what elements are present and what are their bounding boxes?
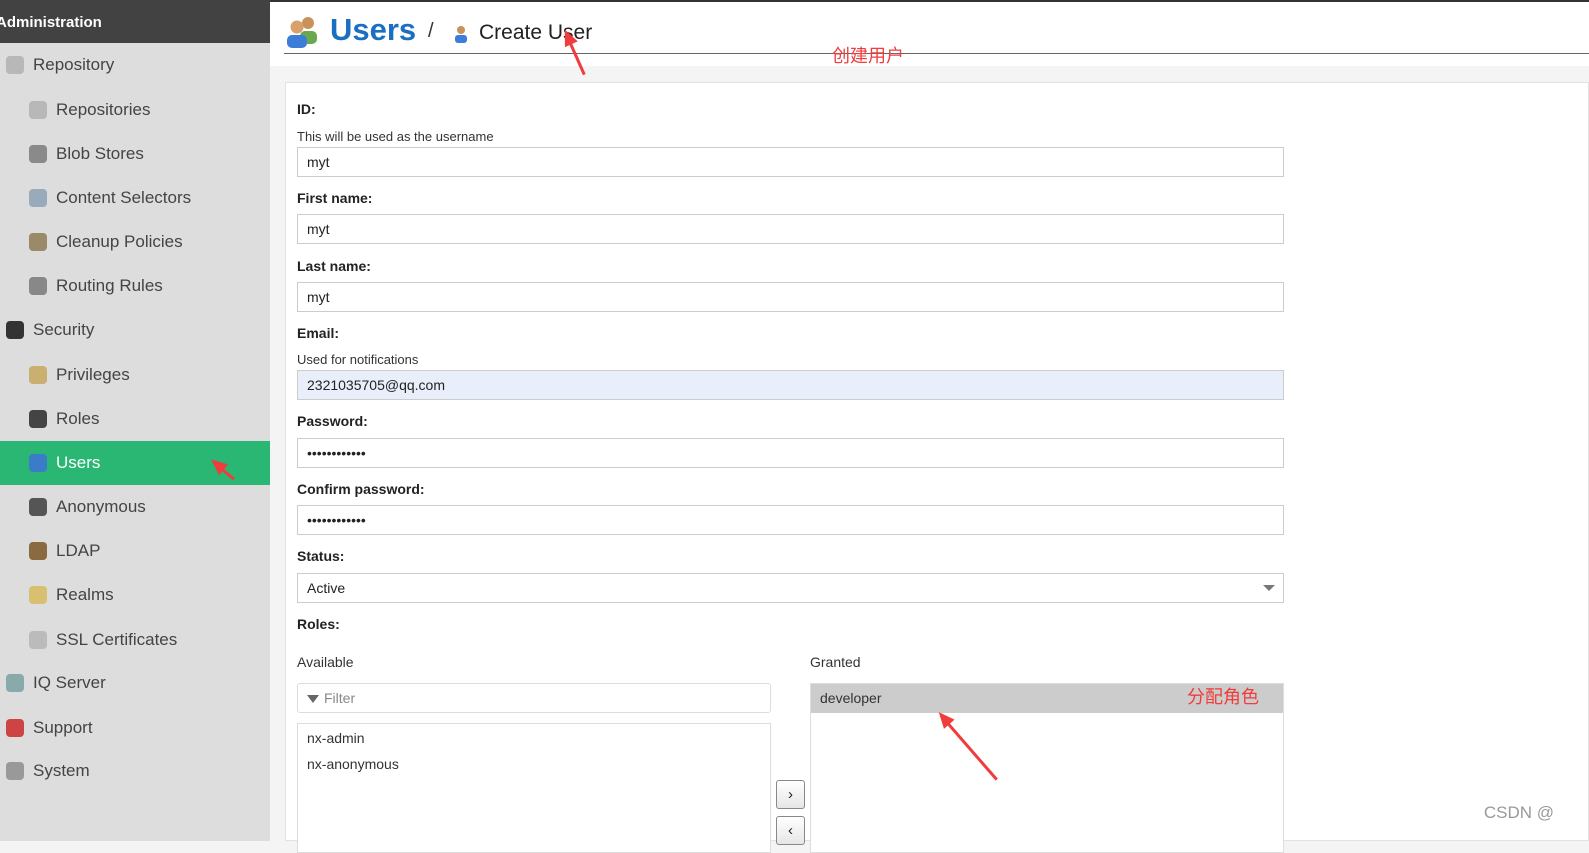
list-item[interactable]: nx-anonymous bbox=[298, 752, 770, 776]
main-content: Users / Create User 创建用户 ID: This will b… bbox=[270, 2, 1589, 853]
chevron-down-icon[interactable] bbox=[1263, 585, 1275, 591]
available-roles-list[interactable]: nx-admin nx-anonymous bbox=[297, 723, 771, 853]
email-label: Email: bbox=[297, 325, 340, 341]
status-label: Status: bbox=[297, 548, 345, 564]
sidebar-item-anonymous[interactable]: Anonymous bbox=[0, 485, 270, 529]
first-name-label: First name: bbox=[297, 190, 373, 206]
sidebar-header: Administration bbox=[0, 0, 270, 43]
page-title[interactable]: Users bbox=[330, 12, 416, 48]
database-icon bbox=[6, 56, 24, 74]
sidebar-item-label: Blob Stores bbox=[56, 144, 144, 163]
sidebar-item-label: Realms bbox=[56, 585, 114, 604]
last-name-input[interactable]: myt bbox=[297, 282, 1284, 312]
users-icon bbox=[287, 17, 317, 48]
sidebar-item-ldap[interactable]: LDAP bbox=[0, 529, 270, 573]
email-input[interactable]: 2321035705@qq.com bbox=[297, 370, 1284, 400]
sidebar-item-label: Cleanup Policies bbox=[56, 232, 183, 251]
sidebar-item-repository[interactable]: Repository bbox=[0, 43, 270, 87]
watermark: CSDN @ bbox=[1483, 803, 1554, 822]
shield-icon bbox=[29, 586, 47, 604]
status-select[interactable]: Active bbox=[297, 573, 1284, 603]
confirm-password-label: Confirm password: bbox=[297, 481, 425, 497]
sidebar-item-ssl-certificates[interactable]: SSL Certificates bbox=[0, 618, 270, 662]
confirm-password-input[interactable]: •••••••••••• bbox=[297, 505, 1284, 535]
first-name-input[interactable]: myt bbox=[297, 214, 1284, 244]
id-help: This will be used as the username bbox=[297, 129, 494, 144]
sidebar-item-routing-rules[interactable]: Routing Rules bbox=[0, 264, 270, 308]
password-label: Password: bbox=[297, 413, 368, 429]
sidebar-item-label: Support bbox=[33, 718, 93, 737]
add-role-button[interactable]: › bbox=[776, 780, 805, 809]
medal-icon bbox=[29, 366, 47, 384]
user-silhouette-icon bbox=[29, 498, 47, 516]
book-icon bbox=[29, 542, 47, 560]
sidebar-item-label: Repository bbox=[33, 55, 115, 74]
sidebar-item-label: Anonymous bbox=[56, 497, 146, 516]
sidebar-item-iq-server[interactable]: IQ Server bbox=[0, 661, 270, 705]
roles-label: Roles: bbox=[297, 616, 340, 632]
id-input[interactable]: myt bbox=[297, 147, 1284, 177]
sidebar-item-label: SSL Certificates bbox=[56, 630, 178, 649]
sidebar-item-label: LDAP bbox=[56, 541, 101, 560]
sidebar-item-label: Users bbox=[56, 453, 101, 472]
last-name-label: Last name: bbox=[297, 258, 371, 274]
header-divider bbox=[284, 53, 1589, 54]
annotation-create-user: 创建用户 bbox=[832, 46, 904, 66]
broom-icon bbox=[29, 233, 47, 251]
sidebar-item-system[interactable]: System bbox=[0, 749, 270, 793]
sidebar-item-blob-stores[interactable]: Blob Stores bbox=[0, 132, 270, 176]
sidebar-item-repositories[interactable]: Repositories bbox=[0, 88, 270, 132]
sidebar-item-users[interactable]: Users bbox=[0, 441, 270, 485]
sidebar-item-label: Security bbox=[33, 320, 95, 339]
circles-icon bbox=[29, 189, 47, 207]
sidebar-item-privileges[interactable]: Privileges bbox=[0, 353, 270, 397]
sidebar-item-label: Routing Rules bbox=[56, 276, 163, 295]
available-label: Available bbox=[297, 654, 354, 670]
sidebar-item-roles[interactable]: Roles bbox=[0, 397, 270, 441]
sidebar-item-label: Content Selectors bbox=[56, 188, 192, 207]
badge-icon bbox=[6, 321, 24, 339]
gear-icon bbox=[6, 762, 24, 780]
sidebar-item-support[interactable]: Support bbox=[0, 706, 270, 750]
roles-filter-input[interactable]: Filter bbox=[297, 683, 771, 713]
page-header: Users / Create User bbox=[270, 2, 1589, 66]
officer-icon bbox=[29, 410, 47, 428]
iq-icon bbox=[6, 674, 24, 692]
sidebar-item-content-selectors[interactable]: Content Selectors bbox=[0, 176, 270, 220]
sidebar-item-label: Privileges bbox=[56, 365, 130, 384]
database-icon bbox=[29, 101, 47, 119]
sidebar-item-label: IQ Server bbox=[33, 673, 106, 692]
filter-icon bbox=[307, 695, 319, 704]
id-label: ID: bbox=[297, 101, 316, 117]
annotation-assign-role: 分配角色 bbox=[1187, 687, 1259, 707]
sidebar-item-label: System bbox=[33, 761, 90, 780]
granted-label: Granted bbox=[810, 654, 861, 670]
create-user-form: ID: This will be used as the username my… bbox=[285, 82, 1589, 853]
sidebar: Administration Repository Repositories Blo… bbox=[0, 0, 270, 841]
certificate-icon bbox=[29, 631, 47, 649]
list-item[interactable]: nx-admin bbox=[298, 724, 770, 752]
sidebar-item-realms[interactable]: Realms bbox=[0, 573, 270, 617]
filter-placeholder: Filter bbox=[324, 690, 356, 706]
server-icon bbox=[29, 145, 47, 163]
sidebar-item-cleanup-policies[interactable]: Cleanup Policies bbox=[0, 220, 270, 264]
lifebuoy-icon bbox=[6, 719, 24, 737]
user-icon bbox=[455, 26, 467, 43]
email-help: Used for notifications bbox=[297, 352, 419, 367]
breadcrumb-separator: / bbox=[428, 20, 434, 42]
status-value: Active bbox=[307, 580, 346, 596]
drive-icon bbox=[29, 277, 47, 295]
sidebar-item-label: Roles bbox=[56, 409, 100, 428]
sidebar-item-security[interactable]: Security bbox=[0, 308, 270, 352]
sidebar-item-label: Repositories bbox=[56, 100, 151, 119]
users-icon bbox=[29, 454, 47, 472]
password-input[interactable]: •••••••••••• bbox=[297, 438, 1284, 468]
